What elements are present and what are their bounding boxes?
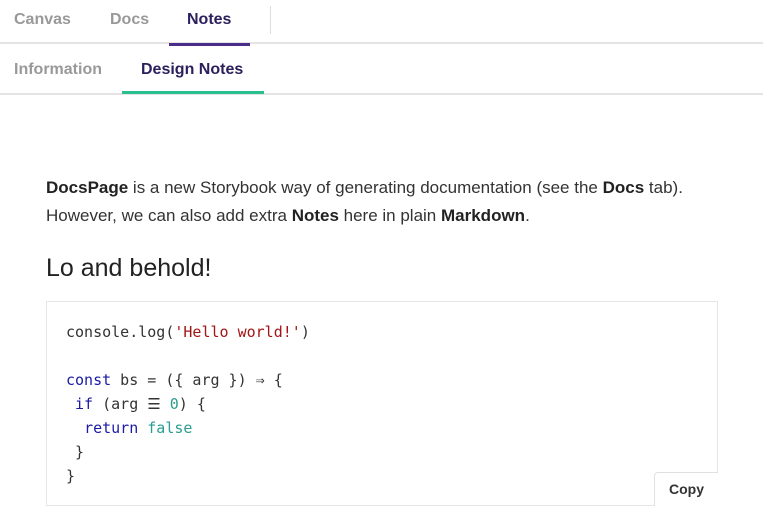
tab-docs[interactable]: Docs <box>110 0 149 44</box>
tab-divider <box>270 6 271 34</box>
code-keyword-if: if <box>75 395 94 413</box>
code-number: 0 <box>169 395 179 413</box>
addon-tabbar: Canvas Docs Notes <box>0 0 763 46</box>
tab-canvas[interactable]: Canvas <box>14 0 71 44</box>
code-content: console.log('Hello world!') const bs = (… <box>66 320 310 488</box>
code-arrow-fn: bs = ({ arg }) ⇒ { <box>111 371 283 389</box>
para-text-3: here in plain <box>338 206 441 225</box>
code-string: 'Hello world!' <box>174 323 301 341</box>
notes-content: DocsPage is a new Storybook way of gener… <box>46 174 718 230</box>
subtab-information[interactable]: Information <box>14 44 102 93</box>
notes-paragraph: DocsPage is a new Storybook way of gener… <box>46 174 718 230</box>
subtab-design-notes[interactable]: Design Notes <box>141 44 243 93</box>
bold-docspage: DocsPage <box>46 178 129 197</box>
code-fn-call: console.log( <box>66 323 175 341</box>
bold-docs: Docs <box>602 178 645 197</box>
copy-button[interactable]: Copy <box>654 472 718 506</box>
code-block: console.log('Hello world!') const bs = (… <box>46 301 718 506</box>
bold-markdown: Markdown <box>441 206 526 225</box>
code-close-if: } <box>66 443 85 461</box>
code-close-fn: } <box>66 467 76 485</box>
tab-notes[interactable]: Notes <box>168 0 252 46</box>
notes-subtabbar: Information Design Notes <box>0 44 763 95</box>
subtab-active-indicator <box>122 91 264 94</box>
code-brace: ) { <box>178 395 206 413</box>
notes-heading: Lo and behold! <box>46 254 212 282</box>
bold-notes: Notes <box>291 206 339 225</box>
code-keyword-return: return <box>84 419 139 437</box>
para-text-1: is a new Storybook way of generating doc… <box>128 178 603 197</box>
code-paren: ) <box>300 323 310 341</box>
code-strict-equal: ☰ <box>147 395 161 413</box>
code-boolean: false <box>147 419 193 437</box>
para-text-4: . <box>525 206 530 225</box>
code-keyword-const: const <box>66 371 112 389</box>
code-condition: (arg <box>93 395 148 413</box>
